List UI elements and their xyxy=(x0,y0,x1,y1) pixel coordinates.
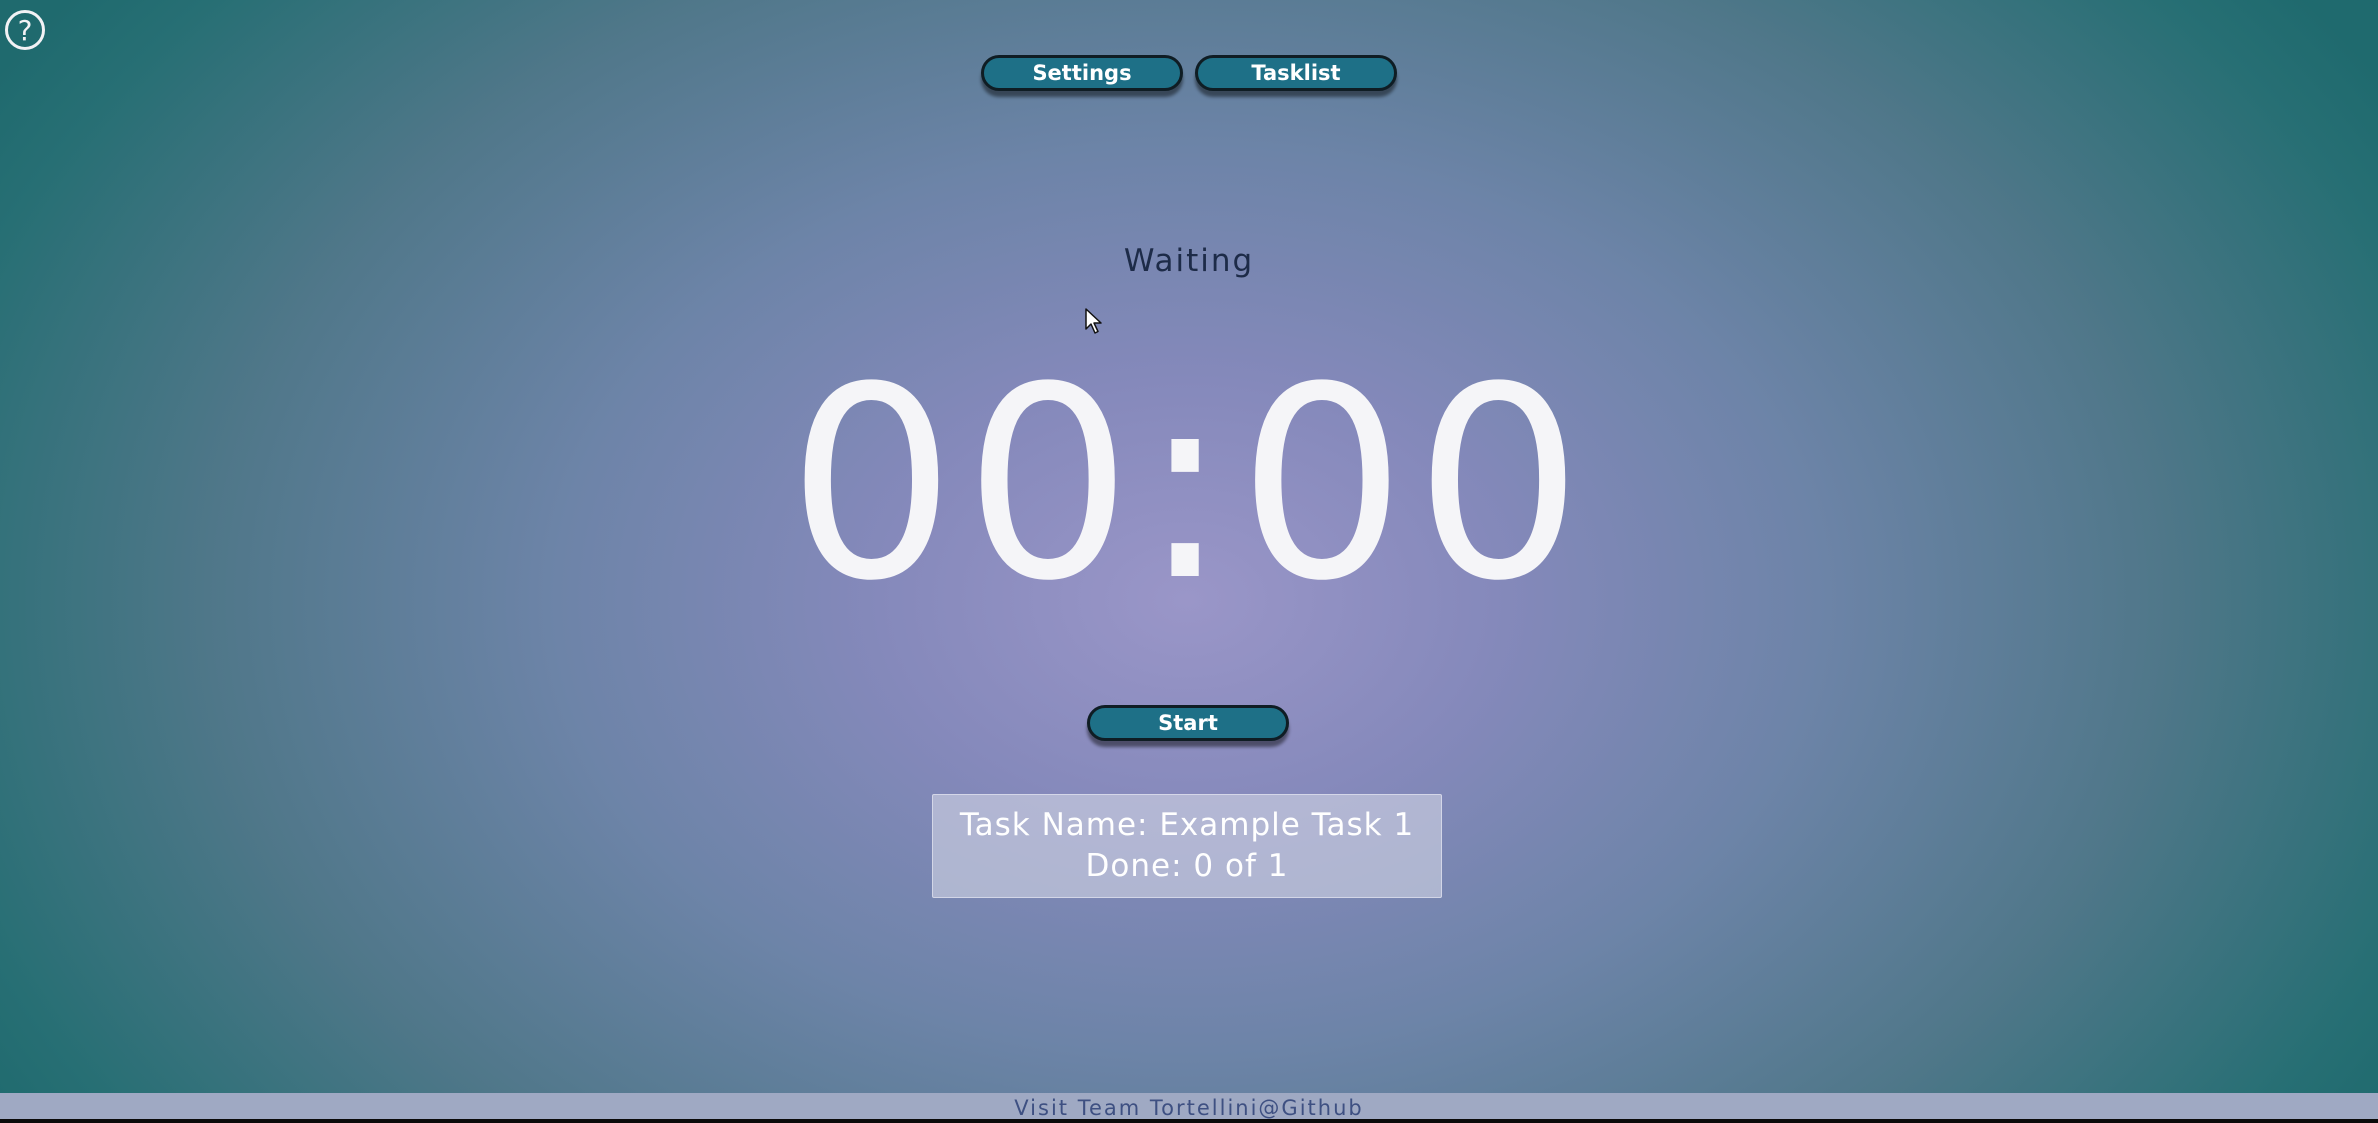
mouse-cursor-icon xyxy=(1085,308,1102,334)
timer-display: 00:00 xyxy=(787,331,1591,639)
tasklist-button[interactable]: Tasklist xyxy=(1195,55,1397,91)
tasklist-button-label: Tasklist xyxy=(1251,61,1341,85)
start-button[interactable]: Start xyxy=(1087,705,1289,741)
question-icon: ? xyxy=(17,13,33,47)
footer: Visit Team Tortellini@Github xyxy=(0,1093,2378,1123)
task-name: Task Name: Example Task 1 xyxy=(959,807,1415,843)
github-link[interactable]: Visit Team Tortellini@Github xyxy=(1014,1096,1363,1120)
footer-divider xyxy=(0,1119,2378,1123)
settings-button[interactable]: Settings xyxy=(981,55,1183,91)
settings-button-label: Settings xyxy=(1032,61,1132,85)
current-task-panel: Task Name: Example Task 1 Done: 0 of 1 xyxy=(932,794,1442,898)
start-button-label: Start xyxy=(1158,711,1218,735)
task-progress: Done: 0 of 1 xyxy=(1085,848,1289,884)
help-button[interactable]: ? xyxy=(5,10,45,50)
timer-status: Waiting xyxy=(1123,243,1255,279)
